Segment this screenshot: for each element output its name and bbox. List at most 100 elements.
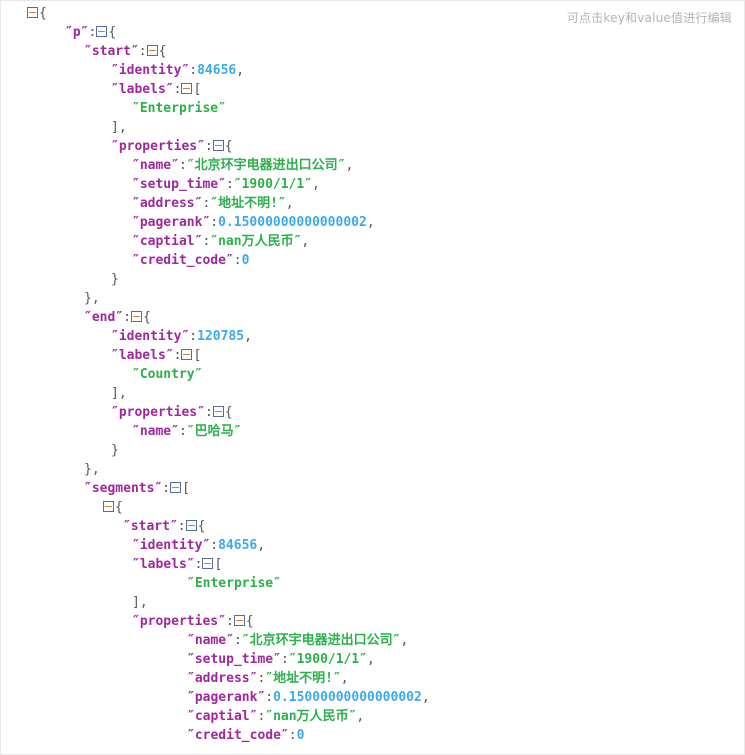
quote-open: ″	[186, 158, 195, 173]
quote-open: ″	[187, 671, 195, 686]
colon: :	[189, 63, 198, 78]
colon: :	[204, 405, 213, 420]
key-identity[interactable]: identity	[119, 63, 182, 78]
key-end[interactable]: end	[92, 310, 115, 325]
collapse-minus-box-icon[interactable]	[170, 482, 182, 493]
json-line-segment-address: ″address″:″地址不明!″,	[1, 669, 430, 688]
key-labels[interactable]: labels	[119, 348, 166, 363]
key-setup-time[interactable]: setup_time	[195, 652, 273, 667]
quote-open: ″	[132, 614, 140, 629]
quote-open: ″	[132, 557, 140, 572]
collapse-minus-box-icon[interactable]	[212, 406, 224, 417]
value-identity[interactable]: 84656	[197, 63, 236, 78]
value-credit-code[interactable]: 0	[242, 253, 250, 268]
quote-close: ″	[169, 519, 178, 534]
key-identity[interactable]: identity	[140, 538, 203, 553]
quote-close: ″	[304, 177, 313, 192]
quote-open: ″	[132, 196, 140, 211]
key-pagerank[interactable]: pagerank	[140, 215, 203, 230]
value-setup-time[interactable]: 1900/1/1	[297, 652, 360, 667]
quote-close: ″	[165, 82, 174, 97]
comma: ,	[312, 177, 320, 192]
key-credit-code[interactable]: credit_code	[195, 728, 281, 743]
quote-open: ″	[241, 633, 250, 648]
json-line-start-close: },	[1, 289, 430, 308]
key-pagerank[interactable]: pagerank	[195, 690, 258, 705]
collapse-minus-box-icon[interactable]	[130, 311, 142, 322]
collapse-minus-box-icon[interactable]	[202, 558, 214, 569]
quote-close: ″	[359, 652, 368, 667]
value-name[interactable]: 北京环宇电器进出口公司	[195, 158, 338, 173]
json-line-identity-end: ″identity″:120785,	[1, 327, 430, 346]
brace-open: {	[224, 405, 233, 420]
value-captial[interactable]: nan万人民币	[273, 709, 348, 724]
collapse-minus-box-icon[interactable]	[233, 615, 245, 626]
key-captial[interactable]: captial	[140, 234, 195, 249]
value-identity-end[interactable]: 120785	[197, 329, 244, 344]
value-setup-time[interactable]: 1900/1/1	[242, 177, 305, 192]
brace-close-comma: },	[84, 291, 100, 306]
json-tree[interactable]: { ″p″:{ ″start″:{ ″identity″:84656, ″lab…	[1, 1, 430, 754]
key-segments[interactable]: segments	[92, 481, 155, 496]
value-label-enterprise[interactable]: Enterprise	[140, 101, 218, 116]
key-name[interactable]: name	[140, 158, 171, 173]
key-properties[interactable]: properties	[119, 139, 197, 154]
value-pagerank[interactable]: 0.15000000000000002	[273, 690, 422, 705]
quote-open: ″	[132, 367, 140, 382]
quote-close: ″	[218, 101, 226, 116]
key-captial[interactable]: captial	[195, 709, 250, 724]
brace-open: {	[224, 139, 233, 154]
json-viewer[interactable]: 可点击key和value值进行编辑 { ″p″:{ ″start″:{ ″ide…	[0, 0, 745, 755]
key-start[interactable]: start	[131, 519, 170, 534]
json-line-segment-captial: ″captial″:″nan万人民币″,	[1, 707, 430, 726]
comma: ,	[345, 158, 354, 173]
key-name[interactable]: name	[140, 424, 171, 439]
key-labels[interactable]: labels	[140, 557, 187, 572]
key-labels[interactable]: labels	[119, 82, 166, 97]
collapse-minus-box-icon[interactable]	[27, 7, 38, 18]
collapse-minus-box-icon[interactable]	[103, 501, 114, 512]
key-identity[interactable]: identity	[119, 329, 182, 344]
collapse-minus-box-icon[interactable]	[146, 45, 158, 56]
colon: :	[178, 424, 187, 439]
key-setup-time[interactable]: setup_time	[140, 177, 218, 192]
key-credit-code[interactable]: credit_code	[140, 253, 226, 268]
json-line-setup-time: ″setup_time″:″1900/1/1″,	[1, 175, 430, 194]
edit-hint-label: 可点击key和value值进行编辑	[566, 11, 732, 25]
key-properties[interactable]: properties	[119, 405, 197, 420]
value-captial[interactable]: nan万人民币	[218, 234, 293, 249]
value-identity[interactable]: 84656	[218, 538, 257, 553]
value-address[interactable]: 地址不明!	[273, 671, 333, 686]
value-name-country[interactable]: 巴哈马	[195, 424, 234, 439]
json-line-end-close: },	[1, 460, 430, 479]
key-start[interactable]: start	[92, 44, 131, 59]
json-line-segment-identity: ″identity″:84656,	[1, 536, 430, 555]
value-pagerank[interactable]: 0.15000000000000002	[218, 215, 367, 230]
value-label-enterprise[interactable]: Enterprise	[195, 576, 273, 591]
value-credit-code[interactable]: 0	[297, 728, 305, 743]
key-name[interactable]: name	[195, 633, 226, 648]
collapse-minus-box-icon[interactable]	[181, 349, 193, 360]
value-address[interactable]: 地址不明!	[218, 196, 278, 211]
value-label-country[interactable]: Country	[140, 367, 195, 382]
key-address[interactable]: address	[195, 671, 250, 686]
collapse-minus-box-icon[interactable]	[212, 140, 224, 151]
quote-open: ″	[187, 690, 195, 705]
json-line-segment-labels-close: ],	[1, 593, 430, 612]
colon: :	[178, 158, 187, 173]
key-address[interactable]: address	[140, 196, 195, 211]
key-properties[interactable]: properties	[140, 614, 218, 629]
quote-open: ″	[123, 519, 131, 534]
collapse-minus-box-icon[interactable]	[96, 26, 108, 37]
quote-open: ″	[132, 177, 140, 192]
collapse-minus-box-icon[interactable]	[181, 83, 193, 94]
quote-close: ″	[194, 367, 203, 382]
bracket-close-comma: ],	[132, 595, 148, 610]
key-p[interactable]: p	[73, 25, 81, 40]
json-line-properties-end-close: }	[1, 441, 430, 460]
value-name[interactable]: 北京环宇电器进出口公司	[250, 633, 393, 648]
collapse-minus-box-icon[interactable]	[185, 520, 197, 531]
quote-open: ″	[84, 481, 92, 496]
quote-close: ″	[273, 652, 281, 667]
colon: :	[265, 690, 274, 705]
